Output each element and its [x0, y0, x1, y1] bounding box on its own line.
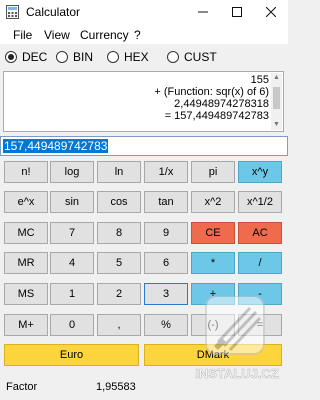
scroll-up-icon[interactable]: ▲: [271, 73, 282, 83]
key-memory-clear[interactable]: MC: [4, 222, 48, 244]
radio-hex[interactable]: HEX: [107, 49, 149, 65]
radio-dec-indicator[interactable]: [5, 51, 17, 63]
factor-label: Factor: [6, 381, 38, 393]
key-pi[interactable]: pi: [191, 161, 235, 183]
radio-cust[interactable]: CUST: [167, 49, 217, 65]
scroll-down-icon[interactable]: ▼: [271, 120, 282, 130]
key-exp[interactable]: e^x: [4, 191, 48, 213]
menu-bar: File View Currency ?: [0, 24, 288, 44]
calculation-history[interactable]: 155 + (Function: sqr(x) of 6) 2,44948974…: [3, 71, 284, 132]
key-dmark[interactable]: DMark: [144, 344, 282, 366]
key-square[interactable]: x^2: [191, 191, 235, 213]
number-system-selector: DEC BIN HEX CUST: [0, 44, 288, 70]
radio-cust-label: CUST: [184, 50, 217, 64]
key-sqrt[interactable]: x^1/2: [238, 191, 282, 213]
radio-dec[interactable]: DEC: [5, 49, 47, 65]
key-sin[interactable]: sin: [50, 191, 94, 213]
history-scrollbar[interactable]: ▲ ▼: [271, 73, 282, 130]
key-euro[interactable]: Euro: [4, 344, 139, 366]
minimize-button[interactable]: [186, 0, 220, 24]
calculator-icon: [6, 5, 19, 19]
key-factorial[interactable]: n!: [4, 161, 48, 183]
title-bar: Calculator: [0, 0, 288, 24]
key-0[interactable]: 0: [50, 314, 94, 336]
key-negate[interactable]: (-): [191, 314, 235, 336]
key-subtract[interactable]: -: [238, 283, 282, 305]
key-2[interactable]: 2: [97, 283, 141, 305]
key-add[interactable]: +: [191, 283, 235, 305]
scrollbar-thumb[interactable]: [273, 87, 280, 109]
key-8[interactable]: 8: [97, 222, 141, 244]
key-tan[interactable]: tan: [144, 191, 188, 213]
key-4[interactable]: 4: [50, 252, 94, 274]
key-memory-add[interactable]: M+: [4, 314, 48, 336]
key-power[interactable]: x^y: [238, 161, 282, 183]
key-3[interactable]: 3: [144, 283, 188, 305]
keypad: n! log ln 1/x pi x^y e^x sin cos tan x^2…: [0, 157, 288, 371]
radio-dec-label: DEC: [22, 50, 48, 64]
key-all-clear[interactable]: AC: [238, 222, 282, 244]
key-1[interactable]: 1: [50, 283, 94, 305]
window-title: Calculator: [26, 5, 81, 19]
key-memory-store[interactable]: MS: [4, 283, 48, 305]
menu-view[interactable]: View: [44, 28, 70, 42]
radio-cust-indicator[interactable]: [167, 51, 179, 63]
history-line: + (Function: sqr(x) of 6): [154, 86, 269, 98]
key-percent[interactable]: %: [144, 314, 188, 336]
history-line: = 157,449489742783: [164, 110, 269, 122]
radio-hex-indicator[interactable]: [107, 51, 119, 63]
key-equals[interactable]: =: [238, 314, 282, 336]
menu-file[interactable]: File: [13, 28, 32, 42]
result-display[interactable]: 157,449489742783: [0, 136, 288, 156]
maximize-icon: [232, 7, 242, 17]
radio-bin-label: BIN: [73, 50, 94, 64]
key-reciprocal[interactable]: 1/x: [144, 161, 188, 183]
key-ln[interactable]: ln: [97, 161, 141, 183]
minimize-icon: [198, 11, 208, 13]
key-9[interactable]: 9: [144, 222, 188, 244]
key-divide[interactable]: /: [238, 252, 282, 274]
menu-help[interactable]: ?: [134, 28, 141, 42]
key-5[interactable]: 5: [97, 252, 141, 274]
key-clear-entry[interactable]: CE: [191, 222, 235, 244]
radio-bin[interactable]: BIN: [56, 49, 93, 65]
key-cos[interactable]: cos: [97, 191, 141, 213]
history-line: 2,44948974278318: [174, 98, 269, 110]
factor-value: 1,95583: [96, 381, 136, 393]
radio-bin-indicator[interactable]: [56, 51, 68, 63]
key-7[interactable]: 7: [50, 222, 94, 244]
close-button[interactable]: [254, 0, 288, 24]
menu-currency[interactable]: Currency: [80, 28, 129, 42]
key-memory-recall[interactable]: MR: [4, 252, 48, 274]
key-log[interactable]: log: [50, 161, 94, 183]
key-decimal[interactable]: ,: [97, 314, 141, 336]
close-icon: [266, 7, 276, 17]
radio-hex-label: HEX: [124, 50, 149, 64]
key-multiply[interactable]: *: [191, 252, 235, 274]
history-line: 155: [250, 74, 269, 86]
result-value: 157,449489742783: [3, 139, 109, 153]
status-bar: Factor 1,95583: [0, 374, 288, 400]
key-6[interactable]: 6: [144, 252, 188, 274]
maximize-button[interactable]: [220, 0, 254, 24]
